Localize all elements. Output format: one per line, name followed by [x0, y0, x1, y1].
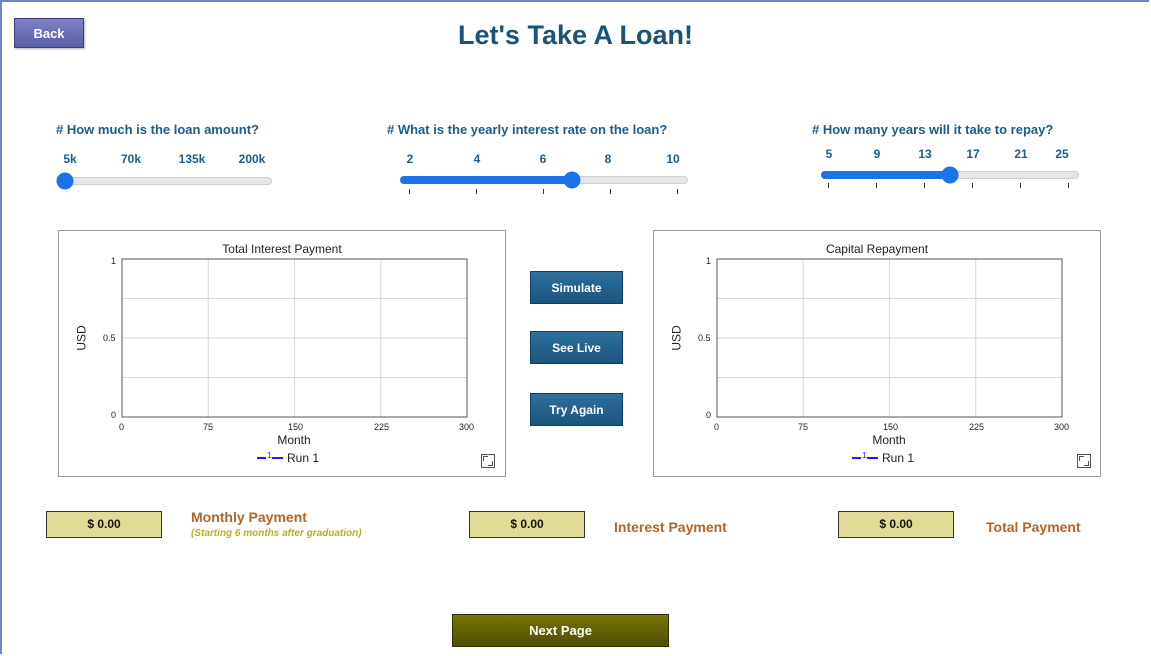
x-tick-label: 75 — [203, 422, 214, 432]
tick-mark — [409, 189, 410, 194]
slider-thumb[interactable] — [56, 172, 74, 190]
tick-label: 21 — [1014, 147, 1028, 161]
repay-years-question: # How many years will it take to repay? — [812, 122, 1054, 137]
x-axis-label: Month — [872, 433, 906, 447]
x-tick-label: 0 — [714, 422, 720, 432]
try-again-button[interactable]: Try Again — [530, 393, 623, 426]
tick-label: 25 — [1055, 147, 1069, 161]
y-tick-label: 0.5 — [698, 333, 711, 343]
tick-label: 8 — [604, 152, 612, 166]
interest-rate-question: # What is the yearly interest rate on th… — [387, 122, 668, 137]
tick-label: 4 — [473, 152, 481, 166]
tick-label: 17 — [966, 147, 980, 161]
chart-legend: 1 Run 1 — [852, 451, 914, 465]
x-tick-label: 0 — [119, 422, 125, 432]
slider-thumb[interactable] — [941, 166, 959, 184]
total-interest-chart: Total Interest Payment USD 1 0.5 0 0 75 … — [58, 230, 506, 477]
x-tick-label: 150 — [883, 422, 899, 432]
y-tick-label: 0 — [706, 410, 712, 420]
simulate-button[interactable]: Simulate — [530, 271, 623, 304]
legend-marker: 1 — [266, 451, 273, 461]
tick-label: 9 — [873, 147, 881, 161]
total-payment-label: Total Payment — [986, 519, 1081, 535]
legend-marker: 1 — [861, 451, 868, 461]
tick-label: 6 — [539, 152, 547, 166]
slider-fill — [400, 176, 572, 184]
expand-icon[interactable] — [481, 454, 495, 468]
legend-label: Run 1 — [287, 451, 320, 465]
loan-amount-question: # How much is the loan amount? — [56, 122, 259, 137]
monthly-payment-note: (Starting 6 months after graduation) — [191, 528, 362, 539]
tick-mark — [476, 189, 477, 194]
tick-mark — [828, 183, 829, 188]
y-tick-label: 1 — [706, 256, 712, 266]
legend-label: Run 1 — [882, 451, 915, 465]
legend-line: 1 — [257, 451, 283, 461]
x-tick-label: 225 — [969, 422, 985, 432]
slider-track[interactable] — [62, 177, 272, 185]
tick-mark — [1068, 183, 1069, 188]
y-tick-label: 0.5 — [103, 333, 116, 343]
legend-line: 1 — [852, 451, 878, 461]
x-axis-label: Month — [277, 433, 311, 447]
tick-label: 5 — [825, 147, 833, 161]
x-tick-label: 150 — [288, 422, 304, 432]
tick-label: 5k — [63, 152, 77, 166]
x-tick-label: 300 — [1054, 422, 1070, 432]
tick-mark — [972, 183, 973, 188]
monthly-payment-value: $ 0.00 — [46, 511, 162, 538]
tick-label: 13 — [918, 147, 932, 161]
slider-thumb[interactable] — [563, 171, 581, 189]
tick-mark — [924, 183, 925, 188]
monthly-payment-label: Monthly Payment — [191, 509, 307, 525]
y-tick-label: 0 — [111, 410, 117, 420]
tick-label: 10 — [666, 152, 680, 166]
next-page-button[interactable]: Next Page — [452, 614, 669, 647]
chart-legend: 1 Run 1 — [257, 451, 319, 465]
tick-mark — [1020, 183, 1021, 188]
capital-repayment-chart: Capital Repayment USD 1 0.5 0 0 75 150 2… — [653, 230, 1101, 477]
slider-fill — [821, 171, 950, 179]
tick-label: 2 — [406, 152, 414, 166]
x-tick-label: 225 — [374, 422, 390, 432]
tick-label: 200k — [238, 152, 266, 166]
x-tick-label: 300 — [459, 422, 475, 432]
interest-payment-label: Interest Payment — [614, 519, 727, 535]
y-tick-label: 1 — [111, 256, 117, 266]
tick-mark — [610, 189, 611, 194]
tick-mark — [677, 189, 678, 194]
total-payment-value: $ 0.00 — [838, 511, 954, 538]
expand-icon[interactable] — [1077, 454, 1091, 468]
page-title: Let's Take A Loan! — [458, 20, 693, 50]
tick-mark — [543, 189, 544, 194]
interest-payment-value: $ 0.00 — [469, 511, 585, 538]
tick-label: 70k — [120, 152, 142, 166]
tick-mark — [876, 183, 877, 188]
tick-label: 135k — [178, 152, 206, 166]
see-live-button[interactable]: See Live — [530, 331, 623, 364]
x-tick-label: 75 — [798, 422, 809, 432]
